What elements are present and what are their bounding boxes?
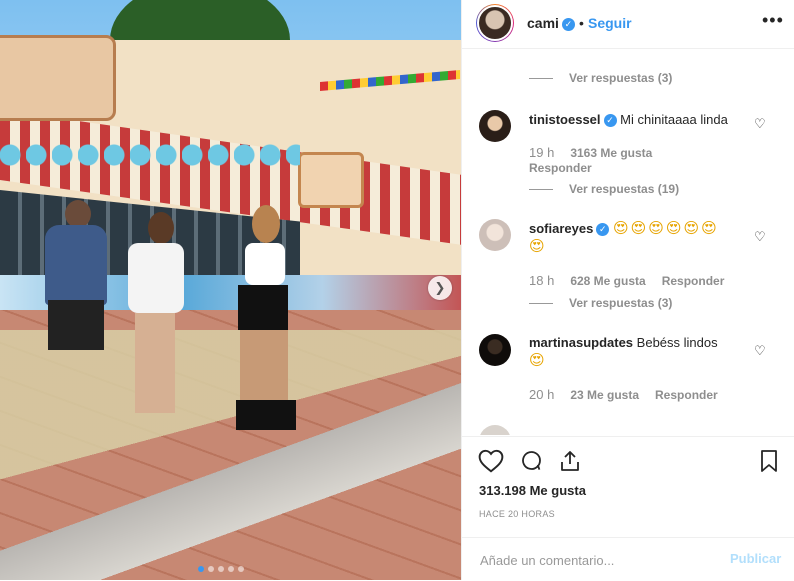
comment-body-line2: 😍 — [529, 238, 547, 255]
photo-person — [128, 243, 184, 313]
comment-text: tinistoessel ✓ Mi chinitaaaa linda — [529, 111, 749, 129]
comment-meta: 18 h 628 Me gusta Responder — [529, 273, 724, 288]
comment-icon[interactable] — [518, 449, 544, 479]
bookmark-icon[interactable] — [758, 449, 780, 479]
comment-body: Bebéss lindos — [636, 335, 718, 350]
view-replies-button[interactable]: Ver respuestas (19) — [529, 182, 679, 196]
author-username-text: cami — [527, 15, 559, 31]
photo-small-sign — [298, 152, 364, 208]
post-actions — [462, 436, 794, 481]
comment-avatar[interactable] — [479, 219, 511, 251]
likes-count[interactable]: 313.198 Me gusta — [479, 483, 586, 498]
post-side-panel: cami ✓ • Seguir ••• Ver respuestas (3) ti… — [461, 0, 794, 580]
comment-likes[interactable]: 628 Me gusta — [570, 274, 645, 288]
photo-person — [148, 212, 174, 244]
reply-button[interactable]: Responder — [662, 274, 725, 288]
photo-person — [135, 313, 175, 413]
verified-icon: ✓ — [561, 18, 575, 31]
publish-button[interactable]: Publicar — [730, 551, 781, 566]
photo-person — [48, 300, 104, 350]
comments-list[interactable]: Ver respuestas (3) tinistoessel ✓ Mi chin… — [462, 49, 794, 435]
comment-meta: 20 h 23 Me gusta Responder — [529, 387, 718, 402]
carousel-dot — [228, 566, 234, 572]
comment-username[interactable]: tinistoessel — [529, 112, 601, 127]
post-photo[interactable]: ❯ — [0, 0, 461, 580]
comment-avatar[interactable] — [479, 334, 511, 366]
photo-person — [236, 400, 296, 430]
carousel-dots — [198, 566, 244, 572]
photo-path — [0, 330, 461, 580]
chevron-right-icon: ❯ — [434, 280, 446, 295]
carousel-next-button[interactable]: ❯ — [428, 276, 452, 300]
comment-username[interactable]: sofiareyes — [529, 221, 593, 236]
carousel-dot — [198, 566, 204, 572]
photo-plushies — [0, 135, 300, 175]
comment-avatar[interactable] — [479, 425, 511, 435]
comment-time[interactable]: 18 h — [529, 273, 554, 288]
avatar-image — [477, 5, 513, 41]
comment-body-line2: 😍 — [529, 352, 547, 369]
photo-person — [65, 200, 91, 228]
photo-person — [252, 205, 280, 243]
carousel-dot — [238, 566, 244, 572]
carousel-dot — [218, 566, 224, 572]
carousel-dot — [208, 566, 214, 572]
heart-icon[interactable] — [478, 449, 504, 479]
comment-input[interactable] — [478, 548, 712, 572]
comment-text: martinasupdates Bebéss lindos 😍 — [529, 334, 749, 370]
author-username[interactable]: cami ✓ — [527, 15, 575, 31]
photo-person — [45, 225, 107, 305]
more-options-icon[interactable]: ••• — [762, 10, 784, 31]
reply-button[interactable]: Responder — [655, 388, 718, 402]
view-replies-button[interactable]: Ver respuestas (3) — [529, 71, 672, 85]
verified-icon: ✓ — [603, 114, 617, 127]
comment-likes[interactable]: 3163 Me gusta — [570, 146, 652, 160]
comment-username[interactable]: martinasupdates — [529, 335, 633, 350]
comment-like-icon[interactable]: ♡ — [754, 229, 766, 244]
photo-person — [240, 330, 288, 410]
comment-meta: 19 h 3163 Me gusta — [529, 145, 668, 160]
comment-time[interactable]: 20 h — [529, 387, 554, 402]
photo-person — [238, 285, 288, 330]
avatar[interactable] — [476, 4, 514, 42]
header-separator: • — [579, 15, 584, 31]
reply-button[interactable]: Responder — [529, 161, 592, 175]
comment-body: 😍😍😍😍😍😍 — [612, 220, 719, 237]
post-timestamp[interactable]: HACE 20 HORAS — [479, 509, 555, 519]
photo-person — [245, 243, 285, 285]
comment-avatar[interactable] — [479, 110, 511, 142]
photo-boardwalk-sign — [0, 35, 116, 121]
follow-button[interactable]: Seguir — [588, 15, 632, 31]
comment-composer: Publicar — [462, 537, 794, 581]
comment-like-icon[interactable]: ♡ — [754, 343, 766, 358]
view-replies-button[interactable]: Ver respuestas (3) — [529, 296, 672, 310]
comment-likes[interactable]: 23 Me gusta — [570, 388, 639, 402]
share-icon[interactable] — [557, 449, 583, 479]
comment-body: Mi chinitaaaa linda — [620, 112, 728, 127]
post-header: cami ✓ • Seguir ••• — [462, 0, 794, 49]
comment-text: sofiareyes ✓ 😍😍😍😍😍😍 😍 — [529, 220, 749, 256]
comment-time[interactable]: 19 h — [529, 145, 554, 160]
verified-icon: ✓ — [596, 223, 610, 236]
comment-like-icon[interactable]: ♡ — [754, 116, 766, 131]
